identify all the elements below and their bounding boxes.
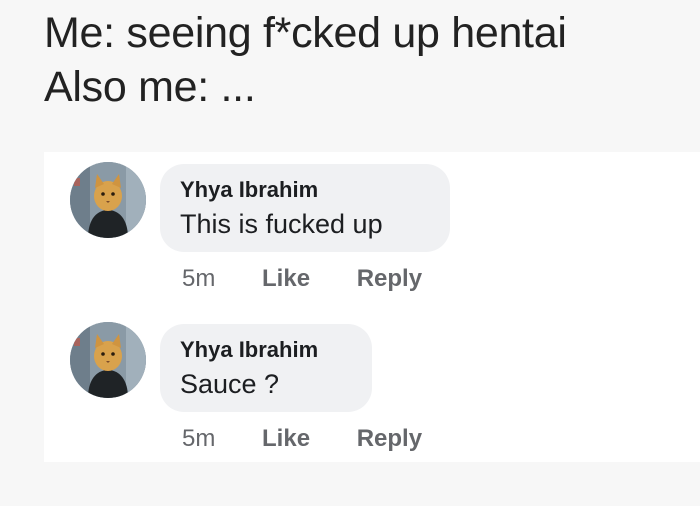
comment-bubble: Yhya Ibrahim This is fucked up — [160, 164, 450, 252]
comment-actions: 5m Like Reply — [182, 424, 422, 454]
like-button[interactable]: Like — [262, 425, 310, 452]
caption-line-2: Also me: ... — [44, 63, 256, 111]
meme-caption: Me: seeing f*cked up hentai Also me: ... — [44, 6, 567, 114]
cat-avatar-icon[interactable] — [70, 322, 146, 398]
reply-button[interactable]: Reply — [357, 265, 422, 292]
comment-text: This is fucked up — [180, 209, 383, 239]
comment-timestamp[interactable]: 5m — [182, 265, 215, 292]
comment-timestamp[interactable]: 5m — [182, 425, 215, 452]
cat-avatar-icon[interactable] — [70, 162, 146, 238]
comment-author[interactable]: Yhya Ibrahim — [180, 336, 350, 364]
comment-author[interactable]: Yhya Ibrahim — [180, 176, 428, 204]
comments-panel: Yhya Ibrahim This is fucked up 5m Like R… — [44, 152, 700, 462]
like-button[interactable]: Like — [262, 265, 310, 292]
caption-line-1: Me: seeing f*cked up hentai — [44, 9, 567, 57]
comment-text: Sauce ? — [180, 369, 280, 399]
comment-bubble: Yhya Ibrahim Sauce ? — [160, 324, 372, 412]
comment-actions: 5m Like Reply — [182, 264, 422, 294]
reply-button[interactable]: Reply — [357, 425, 422, 452]
